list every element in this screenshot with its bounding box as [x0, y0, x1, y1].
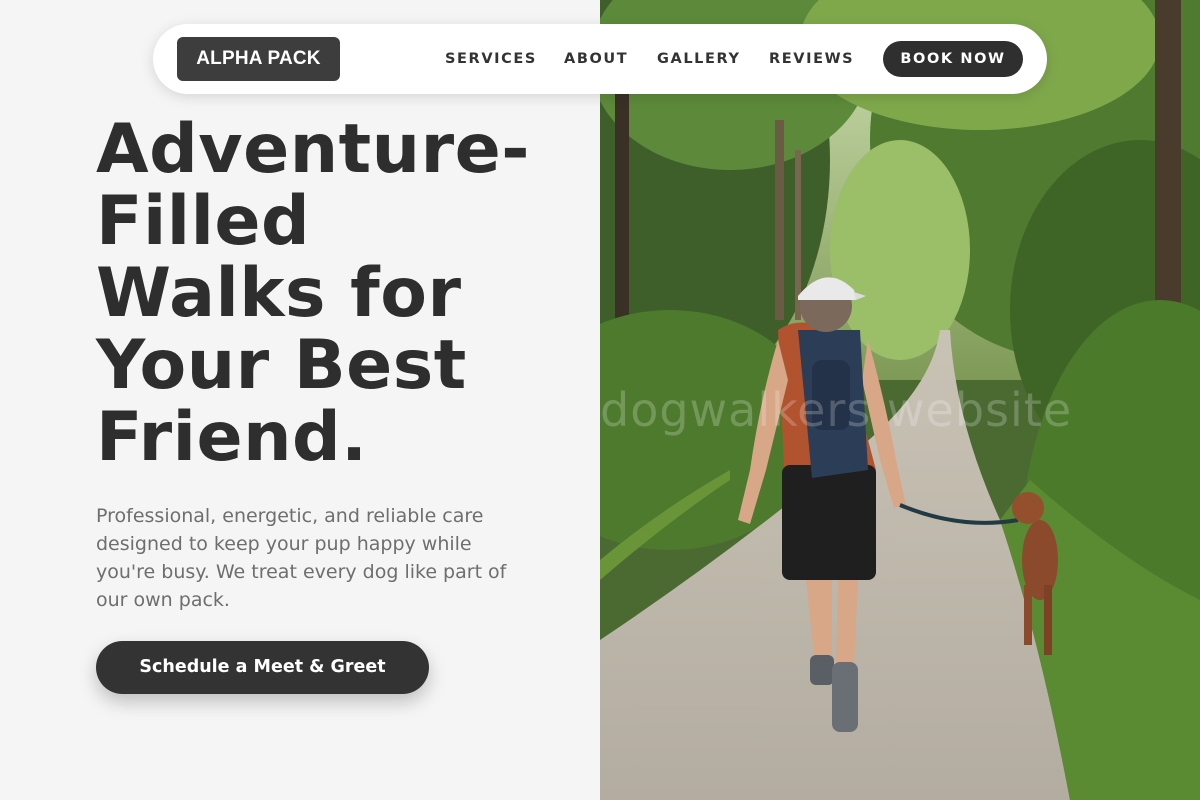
- headline-line: Your Best: [96, 326, 467, 405]
- headline-line: Friend.: [96, 398, 368, 477]
- headline-line: Filled: [96, 182, 311, 261]
- top-navbar: ALPHA PACK SERVICES ABOUT GALLERY REVIEW…: [153, 24, 1047, 94]
- hero-description: Professional, energetic, and reliable ca…: [96, 505, 507, 611]
- headline-line: Adventure-: [96, 110, 530, 189]
- hero-headline: Adventure- Filled Walks for Your Best Fr…: [96, 114, 596, 474]
- nav-link-about[interactable]: ABOUT: [564, 24, 628, 94]
- nav-link-services[interactable]: SERVICES: [445, 24, 537, 94]
- book-now-button[interactable]: BOOK NOW: [883, 41, 1023, 77]
- headline-line: Walks for: [96, 254, 462, 333]
- brand-logo[interactable]: ALPHA PACK: [177, 37, 340, 81]
- nav-link-gallery[interactable]: GALLERY: [657, 24, 741, 94]
- schedule-meet-greet-button[interactable]: Schedule a Meet & Greet: [96, 641, 429, 694]
- nav-link-reviews[interactable]: REVIEWS: [769, 24, 854, 94]
- watermark-text: dogwalkers website: [600, 383, 1073, 437]
